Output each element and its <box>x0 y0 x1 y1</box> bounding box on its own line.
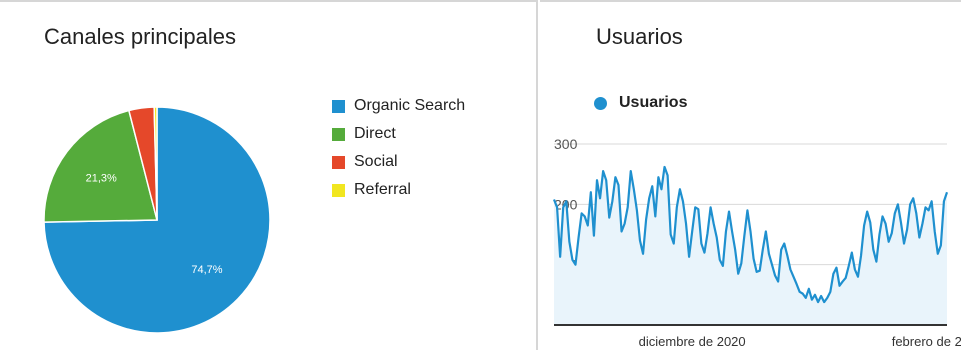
swatch-direct <box>332 127 345 141</box>
legend-item-direct[interactable]: Direct <box>332 120 465 148</box>
legend-label-organic-search: Organic Search <box>354 97 466 114</box>
legend-item-referral[interactable]: Referral <box>332 176 465 204</box>
channels-panel: Canales principales 74,7% 21,3% Organic S… <box>0 0 538 350</box>
swatch-organic-search <box>332 99 345 113</box>
line-chart: 300200100diciembre de 2020febrero de 2. <box>552 136 961 349</box>
pie-label-organic-search: 74,7% <box>191 264 222 276</box>
legend-label-direct: Direct <box>354 125 396 142</box>
legend-item-social[interactable]: Social <box>332 148 465 176</box>
pie-legend: Organic Search Direct Social Referral <box>332 92 465 204</box>
swatch-social <box>332 155 345 169</box>
pie-label-direct: 21,3% <box>86 173 117 185</box>
legend-label-referral: Referral <box>354 181 411 198</box>
legend-label-social: Social <box>354 153 398 170</box>
x-tick-label-0: diciembre de 2020 <box>639 334 746 349</box>
x-tick-label-1: febrero de 2. <box>892 334 961 349</box>
y-tick-label-300: 300 <box>554 136 578 152</box>
swatch-referral <box>332 183 345 197</box>
legend-item-organic-search[interactable]: Organic Search <box>332 92 465 120</box>
users-panel: Usuarios Usuarios 300200100diciembre de … <box>540 0 961 350</box>
